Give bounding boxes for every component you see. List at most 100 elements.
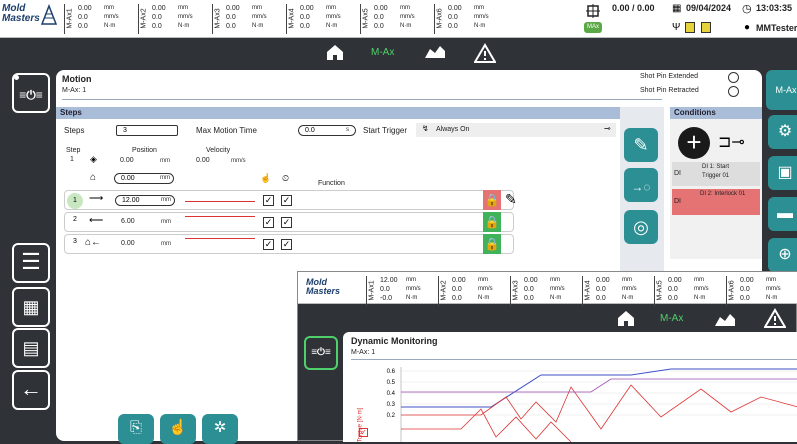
- calendar-icon: ▦: [672, 3, 682, 14]
- checkbox-timer[interactable]: ✓: [281, 239, 292, 250]
- step-row[interactable]: 3 ⌂← 0.00 mm ✓ ✓ 🔒: [64, 234, 514, 254]
- lock-icon[interactable]: 🔒: [483, 190, 501, 210]
- series-toggle-checkbox[interactable]: ✓: [359, 428, 368, 437]
- axis-values: 0.00 0.0 0.0: [668, 277, 682, 302]
- select-arrow-icon: ⊸: [604, 124, 611, 133]
- steps-section-header: Steps: [56, 107, 664, 119]
- plus-icon: +: [686, 127, 702, 157]
- axis-values: 0.00 0.0 0.0: [374, 5, 388, 30]
- steps-input[interactable]: 3: [116, 125, 178, 136]
- gear-button[interactable]: ⚙: [768, 115, 797, 149]
- warning-icon[interactable]: [473, 43, 497, 63]
- condition-tag: DI: [674, 198, 681, 205]
- axis-units: mm mm/s N·m: [252, 5, 267, 29]
- ylabel-text: Torque [N·m]: [357, 407, 364, 443]
- status-dot: [14, 75, 19, 80]
- axis-units: mm mm/s N·m: [400, 5, 415, 29]
- right-max-tab[interactable]: M-Ax: [766, 70, 797, 110]
- home-return-icon: ⌂←: [85, 237, 102, 248]
- memory-icon: [701, 22, 711, 33]
- nav-max-label[interactable]: M-Ax: [371, 47, 394, 58]
- monitoring-chart: 0.6 0.5 0.4 0.3 0.2: [387, 367, 797, 442]
- y-tick-label: 0.4: [387, 391, 396, 397]
- lock-icon[interactable]: 🔒: [483, 234, 501, 254]
- overlay-trend-icon[interactable]: [714, 311, 736, 332]
- axis-name: M-Ax2: [438, 276, 448, 306]
- time-text: 13:03:35: [756, 3, 793, 13]
- condition-tag: DI: [674, 170, 681, 177]
- step-row[interactable]: 2 ⟵ 6.00 mm ✓ ✓ 🔒: [64, 212, 514, 232]
- add-trigger-button[interactable]: →◌: [624, 168, 658, 202]
- arrow-left-icon: ←: [20, 376, 42, 401]
- axis-values: 0.00 0.0 0.0: [740, 277, 754, 302]
- axis-values: 0.00 0.0 0.0: [452, 277, 466, 302]
- overlay-power-button[interactable]: ≡⏻≡: [304, 336, 338, 370]
- torque-axis-label: Torque [N·m]: [357, 407, 367, 443]
- mold-masters-logo: Mold Masters: [2, 4, 58, 34]
- clock-icon: ◷: [742, 3, 752, 15]
- nav-row: M-Ax: [0, 38, 797, 68]
- series-line-purple: [401, 378, 797, 393]
- axis-units: mm mm/s N·m: [178, 5, 193, 29]
- checkbox-timer[interactable]: ✓: [281, 195, 292, 206]
- axis-name: M-Ax1: [366, 276, 376, 306]
- position-value[interactable]: 0.00: [121, 240, 135, 247]
- axis-name: M-Ax5: [654, 276, 664, 306]
- menu-button[interactable]: ☰: [12, 243, 50, 283]
- crosshair-button[interactable]: ⊕: [768, 238, 797, 272]
- axis-units: mm mm/s N·m: [550, 277, 565, 301]
- overlay-home-icon[interactable]: [616, 309, 636, 332]
- function-header: Function: [318, 180, 345, 187]
- counter-text: 0.00 / 0.00: [612, 3, 655, 13]
- position-unit: mm: [161, 241, 171, 247]
- axis-name: M-Ax4: [286, 4, 296, 34]
- axis-values: 0.00 0.0 0.0: [78, 5, 92, 30]
- overlay-nav-label[interactable]: M-Ax: [660, 313, 683, 324]
- tools-button[interactable]: ✲: [202, 414, 238, 444]
- date-text: 09/04/2024: [686, 3, 732, 13]
- overlay-status-bar: Mold Masters M-Ax1 12.00 0.0 -0.0 mm mm/s N·m M…: [298, 272, 797, 306]
- checkbox-hand[interactable]: ✓: [263, 217, 274, 228]
- document-button[interactable]: ▤: [12, 328, 50, 368]
- axis-values: 0.00 0.0 0.0: [596, 277, 610, 302]
- clipboard-icon: ⎘: [129, 419, 142, 436]
- user-name[interactable]: MMTester: [756, 23, 797, 33]
- power-module-icon: ≡⏻≡: [19, 88, 43, 102]
- checkbox-hand[interactable]: ✓: [263, 195, 274, 206]
- list-button[interactable]: ▬: [768, 197, 797, 231]
- checkbox-hand[interactable]: ✓: [263, 239, 274, 250]
- monitoring-subtitle: M-Ax: 1: [351, 349, 376, 356]
- start-trigger-select[interactable]: ↯ Always On ⊸: [416, 123, 616, 137]
- overlay-warning-icon[interactable]: [763, 308, 787, 333]
- shot-pin-extended-label: Shot Pin Extended: [640, 73, 698, 80]
- settings-button[interactable]: ◎: [624, 210, 658, 244]
- checkbox-timer[interactable]: ✓: [281, 217, 292, 228]
- crosshair-icon: ⊕: [778, 246, 792, 263]
- logo-emblem-icon: [40, 4, 58, 25]
- condition-line2: Trigger 01: [702, 173, 730, 179]
- condition-item[interactable]: DI DI 1: Start Trigger 01: [672, 162, 760, 186]
- condition-item-alert[interactable]: DI DI 2: Interlock 01: [672, 189, 760, 215]
- max-motion-time-unit: s: [346, 127, 349, 133]
- trend-chart-icon[interactable]: [424, 43, 446, 63]
- calculator-button[interactable]: ▦: [12, 287, 50, 327]
- module-button[interactable]: ▣: [768, 156, 797, 190]
- hand-icon: ☝: [260, 173, 272, 183]
- touch-button[interactable]: ☝: [160, 414, 196, 444]
- clipboard-button[interactable]: ⎘: [118, 414, 154, 444]
- position-value[interactable]: 6.00: [121, 218, 135, 225]
- step-row[interactable]: 1 ⟶ 12.00 mm ✓ ✓ 🔒 ✎: [64, 190, 517, 210]
- lock-icon[interactable]: 🔒: [483, 212, 501, 232]
- plug-icon[interactable]: ⊐⊸: [718, 132, 748, 154]
- axis-units: mm mm/s N·m: [694, 277, 709, 301]
- axis-units: mm mm/s N·m: [478, 277, 493, 301]
- start-trigger-label: Start Trigger: [363, 126, 408, 135]
- home-icon[interactable]: [325, 43, 345, 63]
- shot-pin-retracted-indicator: [728, 86, 739, 97]
- back-button[interactable]: ←: [12, 370, 50, 410]
- current-step: 1: [70, 156, 74, 163]
- connection-icon[interactable]: [586, 4, 600, 23]
- edit-step-button[interactable]: ✎: [624, 128, 658, 162]
- add-condition-button[interactable]: +: [678, 127, 710, 159]
- edit-pencil-icon[interactable]: ✎: [505, 191, 517, 208]
